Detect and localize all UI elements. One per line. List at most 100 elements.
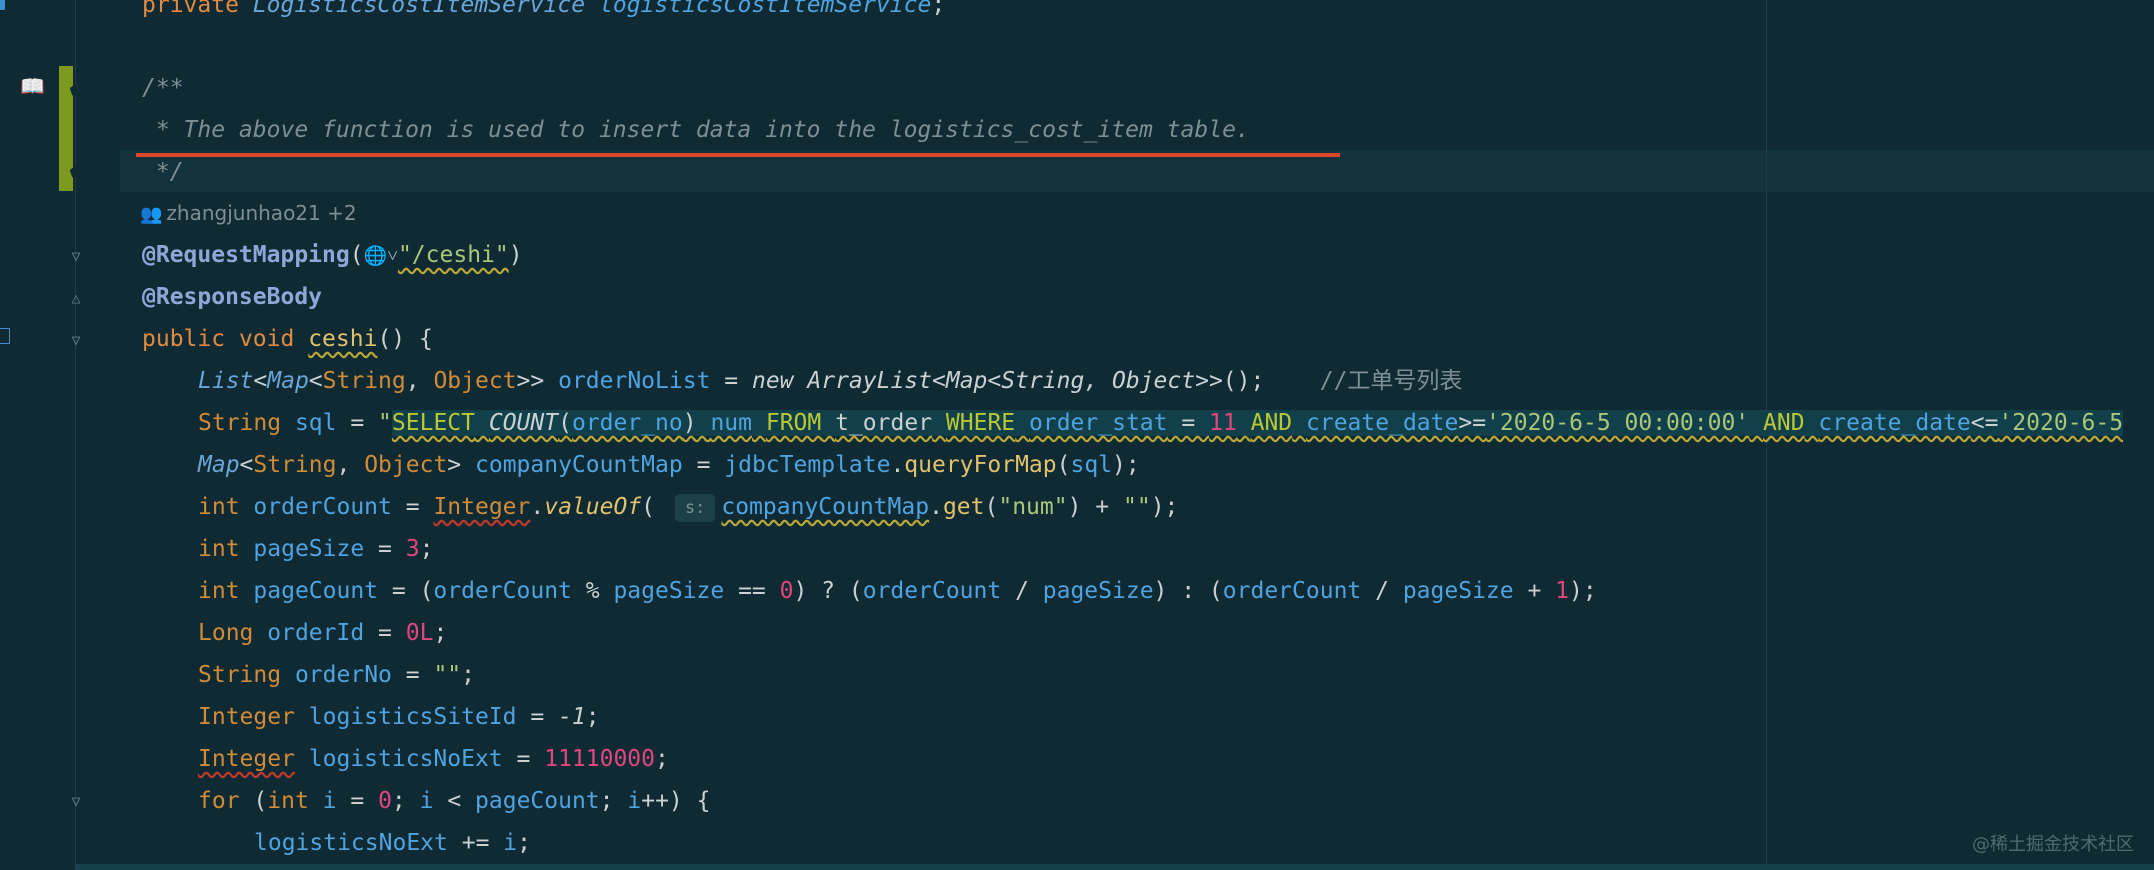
variable: logisticsNoExt: [308, 746, 503, 772]
number: -1: [558, 704, 586, 730]
code-line-page-size[interactable]: int pageSize = 3;: [198, 528, 433, 570]
keyword: int: [198, 536, 240, 562]
fold-icon[interactable]: ⬟: [68, 164, 84, 180]
keyword: int: [198, 494, 240, 520]
globe-icon[interactable]: 🌐˅: [364, 245, 398, 267]
code-line-site-id[interactable]: Integer logisticsSiteId = -1;: [198, 696, 600, 738]
people-icon: 👥: [140, 204, 163, 225]
punctuation: () {: [377, 326, 433, 352]
constructor: ArrayList<Map<String, Object>>: [807, 368, 1223, 394]
sql-column: order_stat: [1029, 410, 1168, 436]
variable: i: [419, 788, 434, 814]
variable: i: [627, 788, 642, 814]
variable: orderCount: [433, 578, 572, 604]
type-name: String: [322, 368, 406, 394]
variable: orderCount: [1222, 578, 1362, 604]
variable: orderNoList: [558, 368, 711, 394]
type-name: List: [198, 368, 254, 394]
variable: pageSize: [1042, 578, 1154, 604]
line-comment: //工单号列表: [1319, 368, 1463, 394]
fold-icon[interactable]: ▽: [68, 248, 84, 264]
string-literal: "/ceshi": [397, 242, 509, 268]
method-name: get: [942, 494, 985, 520]
punctuation: (: [349, 242, 364, 268]
watermark: @稀土掘金技术社区: [1972, 834, 2134, 855]
string-literal: "num": [998, 494, 1068, 520]
variable: sql: [294, 410, 337, 436]
number: 1: [1555, 578, 1570, 604]
code-line-list-decl[interactable]: List<Map<String, Object>> orderNoList = …: [198, 360, 1462, 402]
sql-column: create_date: [1306, 410, 1459, 436]
code-line-page-count[interactable]: int pageCount = (orderCount % pageSize =…: [198, 570, 1597, 612]
horizontal-scrollbar[interactable]: [76, 864, 2154, 870]
variable: orderId: [267, 620, 365, 646]
code-line-no-ext[interactable]: Integer logisticsNoExt = 11110000;: [198, 738, 669, 780]
string-literal: "": [1122, 494, 1151, 520]
doc-comment-open[interactable]: /**: [142, 67, 184, 109]
variable: sql: [1070, 452, 1113, 478]
code-line-map-query[interactable]: Map<String, Object> companyCountMap = jd…: [198, 444, 1140, 486]
punctuation: );: [1112, 452, 1140, 478]
keyword: void: [238, 326, 295, 352]
punctuation: ;: [931, 0, 946, 18]
variable: pageCount: [253, 578, 379, 604]
code-line-order-id[interactable]: Long orderId = 0L;: [198, 612, 447, 654]
string-quote: ": [378, 410, 392, 436]
field-name: logisticsCostItemService: [599, 0, 932, 18]
gutter-divider: [75, 0, 76, 870]
code-line-method-signature[interactable]: public void ceshi() {: [142, 318, 433, 360]
variable: logisticsSiteId: [308, 704, 517, 730]
annotation: @ResponseBody: [142, 284, 323, 310]
number: 0: [779, 578, 794, 604]
sql-function: COUNT: [488, 410, 559, 436]
number: 11110000: [544, 746, 655, 772]
code-line-field[interactable]: private LogisticsCostItemService logisti…: [142, 0, 945, 26]
fold-icon[interactable]: ⬟: [68, 82, 84, 98]
punctuation: ): [508, 242, 523, 268]
keyword: int: [267, 788, 309, 814]
fold-icon[interactable]: ▽: [68, 793, 84, 809]
structure-icon[interactable]: [0, 328, 10, 344]
doc-comment-close[interactable]: */: [142, 151, 184, 193]
keyword: private: [142, 0, 239, 18]
keyword: Long: [198, 620, 254, 646]
method-name: queryForMap: [904, 452, 1057, 478]
author-hint[interactable]: 👥 zhangjunhao21 +2: [140, 198, 357, 228]
keyword: int: [198, 578, 240, 604]
sql-column: create_date: [1818, 410, 1971, 436]
variable: pageCount: [475, 788, 600, 814]
sql-keyword: AND: [1763, 410, 1805, 436]
code-line-order-no[interactable]: String orderNo = "";: [198, 654, 475, 696]
type-name: LogisticsCostItemService: [252, 0, 586, 18]
variable: pageSize: [1402, 578, 1514, 604]
variable: pageSize: [253, 536, 365, 562]
fold-icon[interactable]: △: [68, 290, 84, 306]
code-line-for-loop[interactable]: for (int i = 0; i < pageCount; i++) {: [198, 780, 710, 822]
class-name: Integer: [433, 494, 531, 520]
type-name: Map: [198, 452, 240, 478]
code-line-order-count[interactable]: int orderCount = Integer.valueOf( s: comp…: [198, 486, 1178, 528]
sql-keyword: WHERE: [945, 410, 1016, 436]
variable: i: [322, 788, 337, 814]
number: 0: [378, 788, 392, 814]
punctuation: );: [1150, 494, 1179, 520]
type-name: String: [198, 410, 282, 436]
code-line-request-mapping[interactable]: @RequestMapping(🌐˅"/ceshi"): [142, 234, 523, 276]
doc-comment-text[interactable]: * The above function is used to insert d…: [142, 109, 1250, 151]
bookmark-icon[interactable]: 📖: [20, 76, 46, 96]
code-line-response-body[interactable]: @ResponseBody: [142, 276, 322, 318]
fold-icon[interactable]: ▽: [68, 332, 84, 348]
punctuation: ();: [1222, 368, 1265, 394]
code-line-increment[interactable]: logisticsNoExt += i;: [254, 822, 531, 864]
type-name: Map: [267, 368, 309, 394]
method-name: valueOf: [544, 494, 642, 520]
variable: pageSize: [613, 578, 725, 604]
annotation: @RequestMapping: [142, 242, 350, 268]
change-marker: [0, 0, 5, 10]
error-underline: [136, 153, 1340, 157]
author-label: zhangjunhao21 +2: [166, 201, 357, 225]
sql-table: t_order: [835, 410, 933, 436]
sql-alias: num: [710, 410, 752, 436]
variable: orderCount: [862, 578, 1002, 604]
code-line-sql[interactable]: String sql = "SELECT COUNT(order_no) num…: [198, 402, 2124, 444]
